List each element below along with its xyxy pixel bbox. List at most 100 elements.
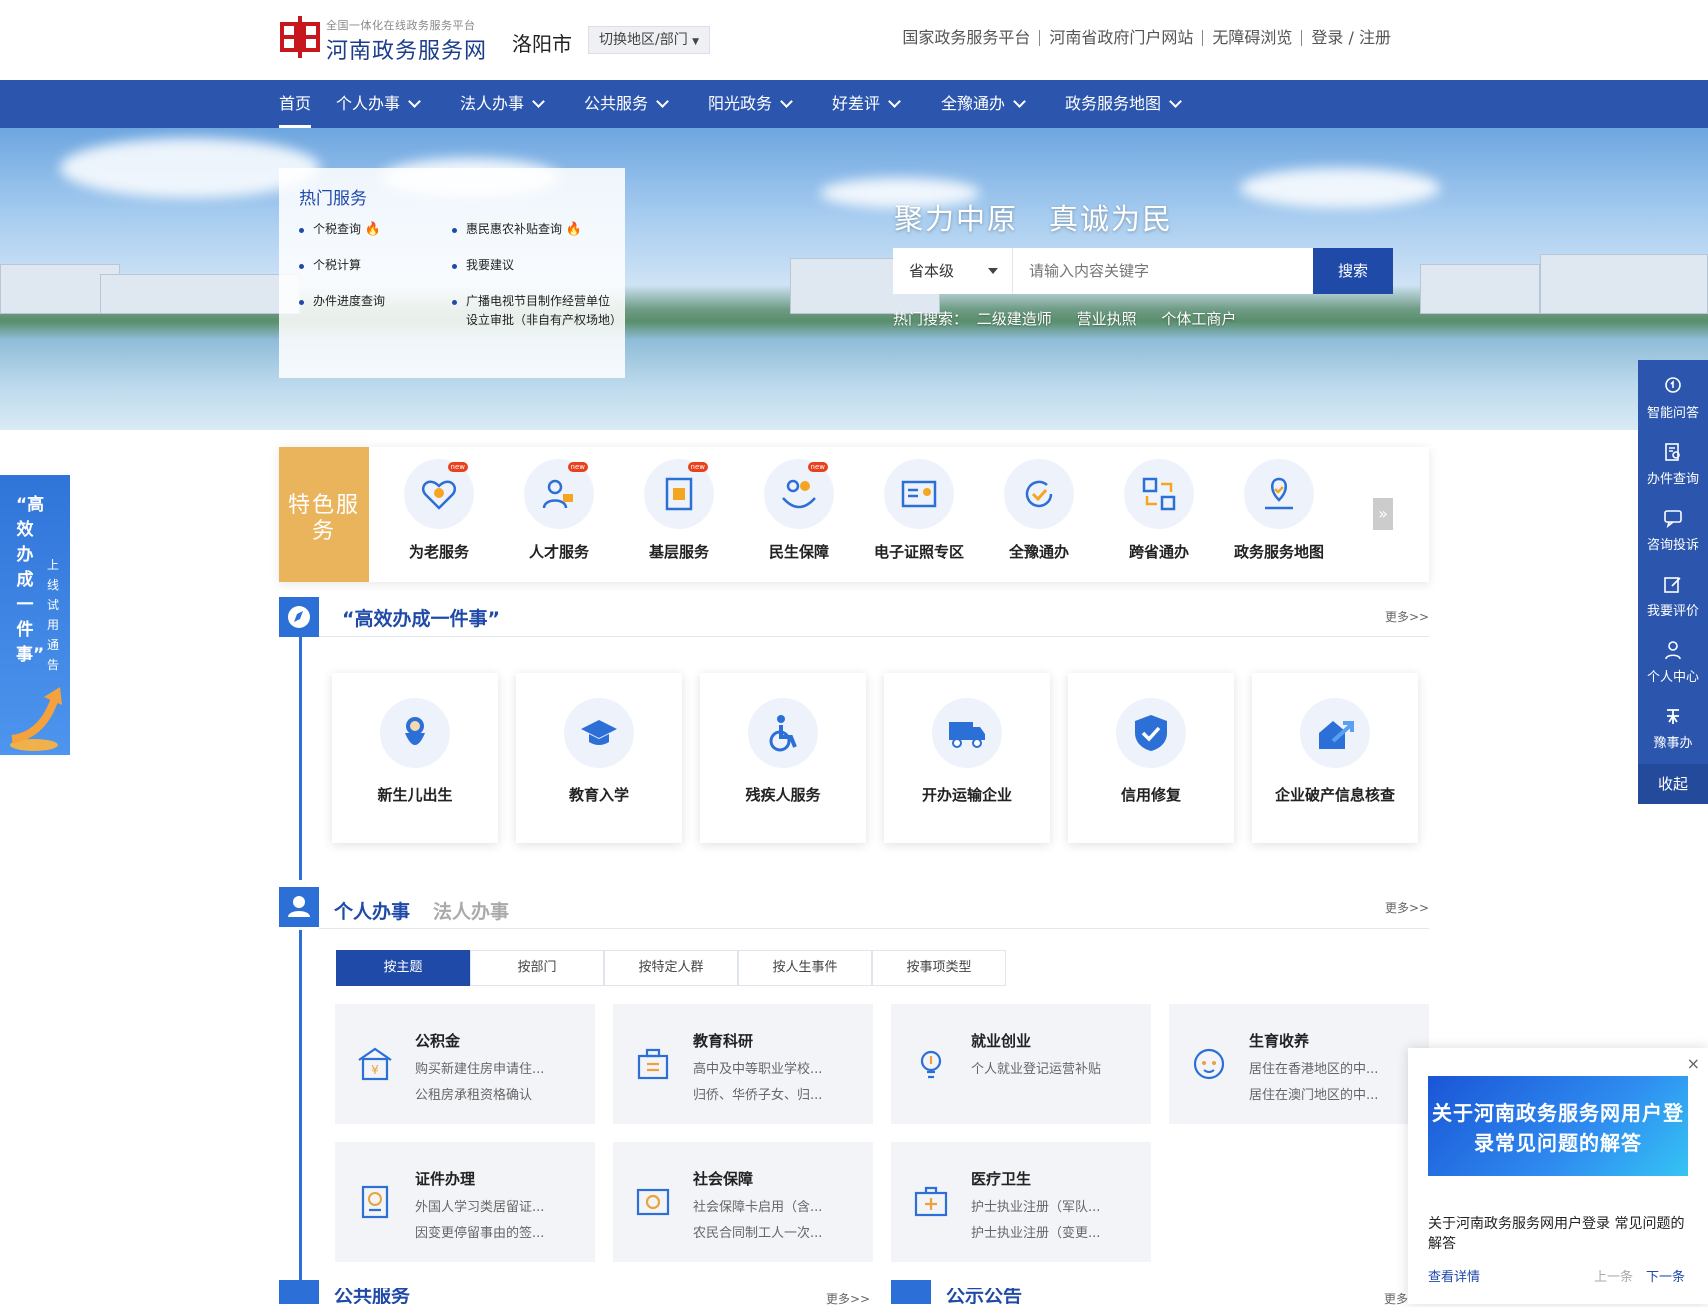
- nav-legal[interactable]: 法人办事: [460, 80, 545, 128]
- nav-sunshine[interactable]: 阳光政务: [708, 80, 793, 128]
- hot-service-item[interactable]: 我要建议: [451, 256, 514, 275]
- nav-review[interactable]: 好差评: [832, 80, 901, 128]
- theme-item[interactable]: 购买新建住房申请住...: [415, 1058, 544, 1077]
- theme-item[interactable]: 个人就业登记运营补贴: [971, 1058, 1101, 1077]
- efficient-icon-wrap: [932, 698, 1002, 768]
- theme-card-birth-adoption[interactable]: 生育收养 居住在香港地区的中... 居住在澳门地区的中...: [1169, 1004, 1429, 1124]
- left-float-banner[interactable]: “高效办成一件事” 上线试用通告: [0, 475, 70, 755]
- theme-item[interactable]: 护士执业注册（军队...: [971, 1196, 1100, 1215]
- feature-e-license[interactable]: 电子证照专区: [859, 459, 979, 562]
- hot-service-label: 个税查询: [313, 222, 362, 236]
- hot-service-item[interactable]: 办件进度查询: [298, 292, 385, 311]
- feature-grassroots[interactable]: new 基层服务: [619, 459, 739, 562]
- sidebar-collapse-button[interactable]: 收起: [1638, 764, 1708, 804]
- feature-service-map[interactable]: 政务服务地图: [1219, 459, 1339, 562]
- theme-item[interactable]: 社会保障卡启用（含...: [693, 1196, 822, 1215]
- nav-province-wide[interactable]: 全豫通办: [941, 80, 1026, 128]
- features-next-button[interactable]: »: [1373, 498, 1393, 530]
- theme-item[interactable]: 居住在香港地区的中...: [1249, 1058, 1378, 1077]
- popup-image[interactable]: 关于河南政务服务网用户登录常见问题的解答: [1428, 1076, 1688, 1176]
- public-service-more-link[interactable]: 更多>>: [826, 1290, 870, 1307]
- efficient-bankruptcy[interactable]: 企业破产信息核查: [1252, 673, 1418, 843]
- theme-card-education[interactable]: 教育科研 高中及中等职业学校... 归侨、华侨子女、归...: [613, 1004, 873, 1124]
- theme-item[interactable]: 居住在澳门地区的中...: [1249, 1084, 1378, 1103]
- sidebar-smart-qa[interactable]: 智能问答: [1638, 360, 1708, 426]
- tab-legal-affairs[interactable]: 法人办事: [433, 897, 509, 924]
- efficient-transport[interactable]: 开办运输企业: [884, 673, 1050, 843]
- notice-more-link[interactable]: 更多: [1384, 1290, 1408, 1307]
- sidebar-personal-center[interactable]: 个人中心: [1638, 624, 1708, 690]
- nav-personal[interactable]: 个人办事: [336, 80, 421, 128]
- nav-home[interactable]: 首页: [279, 80, 312, 128]
- popup-next-button[interactable]: 下一条: [1646, 1266, 1685, 1285]
- sidebar-case-query[interactable]: 办件查询: [1638, 426, 1708, 492]
- tab-personal-affairs[interactable]: 个人办事: [334, 897, 410, 924]
- link-accessibility[interactable]: 无障碍浏览: [1203, 30, 1303, 46]
- link-henan-portal[interactable]: 河南省政府门户网站: [1040, 30, 1204, 46]
- emblem-logo[interactable]: [280, 16, 320, 58]
- tab-by-department[interactable]: 按部门: [470, 950, 604, 986]
- popup-prev-button[interactable]: 上一条: [1594, 1266, 1633, 1285]
- sidebar-evaluate[interactable]: 我要评价: [1638, 558, 1708, 624]
- link-national-platform[interactable]: 国家政务服务平台: [893, 30, 1041, 46]
- main-nav: 首页 个人办事 法人办事 公共服务 阳光政务 好差评 全豫通办 政务服务地图: [0, 80, 1708, 128]
- theme-card-certificates[interactable]: 证件办理 外国人学习类居留证... 因变更停留事由的签...: [335, 1142, 595, 1262]
- sidebar-yushiban[interactable]: 豫事办: [1638, 690, 1708, 756]
- sidebar-label: 个人中心: [1646, 670, 1699, 685]
- theme-item[interactable]: 外国人学习类居留证...: [415, 1196, 544, 1215]
- close-icon[interactable]: ×: [1687, 1054, 1700, 1073]
- link-login-register[interactable]: 登录 / 注册: [1302, 30, 1400, 46]
- current-city: 洛阳市: [512, 32, 572, 56]
- hot-service-item[interactable]: 个税查询 🔥: [298, 220, 381, 239]
- nav-service-map[interactable]: 政务服务地图: [1065, 80, 1182, 128]
- feature-cross-province[interactable]: 跨省通办: [1099, 459, 1219, 562]
- efficient-more-link[interactable]: 更多>>: [1385, 608, 1429, 625]
- feature-icon-wrap: [1124, 459, 1194, 529]
- hot-search-term[interactable]: 个体工商户: [1161, 310, 1236, 328]
- hot-search-term[interactable]: 二级建造师: [977, 310, 1052, 328]
- timeline-line: [299, 930, 302, 1280]
- family-care-icon: [782, 479, 816, 509]
- efficient-icon-wrap: [1300, 698, 1370, 768]
- switch-region-button[interactable]: 切换地区/部门 ▼: [588, 26, 711, 54]
- theme-card-medical[interactable]: 医疗卫生 护士执业注册（军队... 护士执业注册（变更...: [891, 1142, 1151, 1262]
- affairs-more-link[interactable]: 更多>>: [1385, 899, 1429, 916]
- feature-province-wide[interactable]: 全豫通办: [979, 459, 1099, 562]
- efficient-newborn[interactable]: 新生儿出生: [332, 673, 498, 843]
- hot-service-item[interactable]: 广播电视节目制作经营单位设立审批（非自有产权场地）: [452, 292, 622, 330]
- theme-card-housing-fund[interactable]: ¥ 公积金 购买新建住房申请住... 公租房承租资格确认: [335, 1004, 595, 1124]
- feature-label: 全豫通办: [1008, 543, 1069, 561]
- search-level-select[interactable]: 省本级: [893, 248, 1013, 294]
- feature-elderly[interactable]: new 为老服务: [379, 459, 499, 562]
- theme-item[interactable]: 高中及中等职业学校...: [693, 1058, 822, 1077]
- hot-search-term[interactable]: 营业执照: [1077, 310, 1137, 328]
- search-input[interactable]: [1013, 248, 1313, 294]
- theme-card-employment[interactable]: 就业创业 个人就业登记运营补贴: [891, 1004, 1151, 1124]
- efficient-credit-repair[interactable]: 信用修复: [1068, 673, 1234, 843]
- tab-by-theme[interactable]: 按主题: [336, 950, 470, 986]
- tab-by-item-type[interactable]: 按事项类型: [872, 950, 1006, 986]
- theme-item[interactable]: 归侨、华侨子女、归...: [693, 1084, 822, 1103]
- hot-service-item[interactable]: 个税计算: [298, 256, 361, 275]
- efficient-school[interactable]: 教育入学: [516, 673, 682, 843]
- popup-description: 关于河南政务服务网用户登录 常见问题的解答: [1428, 1216, 1685, 1252]
- hot-service-item[interactable]: 惠民惠农补贴查询 🔥: [451, 220, 582, 239]
- popup-view-detail-link[interactable]: 查看详情: [1428, 1266, 1480, 1285]
- caret-down-icon: [988, 268, 998, 274]
- theme-item[interactable]: 因变更停留事由的签...: [415, 1222, 544, 1241]
- feature-icon-wrap: new: [404, 459, 474, 529]
- baby-face-icon: [1193, 1048, 1225, 1080]
- theme-item[interactable]: 公租房承租资格确认: [415, 1084, 532, 1103]
- logo-title[interactable]: 河南政务服务网: [326, 33, 487, 65]
- theme-item[interactable]: 护士执业注册（变更...: [971, 1222, 1100, 1241]
- tab-by-life-event[interactable]: 按人生事件: [738, 950, 872, 986]
- search-button[interactable]: 搜索: [1313, 248, 1393, 294]
- feature-talent[interactable]: new 人才服务: [499, 459, 619, 562]
- tab-by-group[interactable]: 按特定人群: [604, 950, 738, 986]
- sidebar-consult-complaint[interactable]: 咨询投诉: [1638, 492, 1708, 558]
- feature-livelihood[interactable]: new 民生保障: [739, 459, 859, 562]
- theme-item[interactable]: 农民合同制工人一次...: [693, 1222, 822, 1241]
- efficient-disability[interactable]: 残疾人服务: [700, 673, 866, 843]
- theme-card-social-security[interactable]: 社会保障 社会保障卡启用（含... 农民合同制工人一次...: [613, 1142, 873, 1262]
- nav-public[interactable]: 公共服务: [584, 80, 669, 128]
